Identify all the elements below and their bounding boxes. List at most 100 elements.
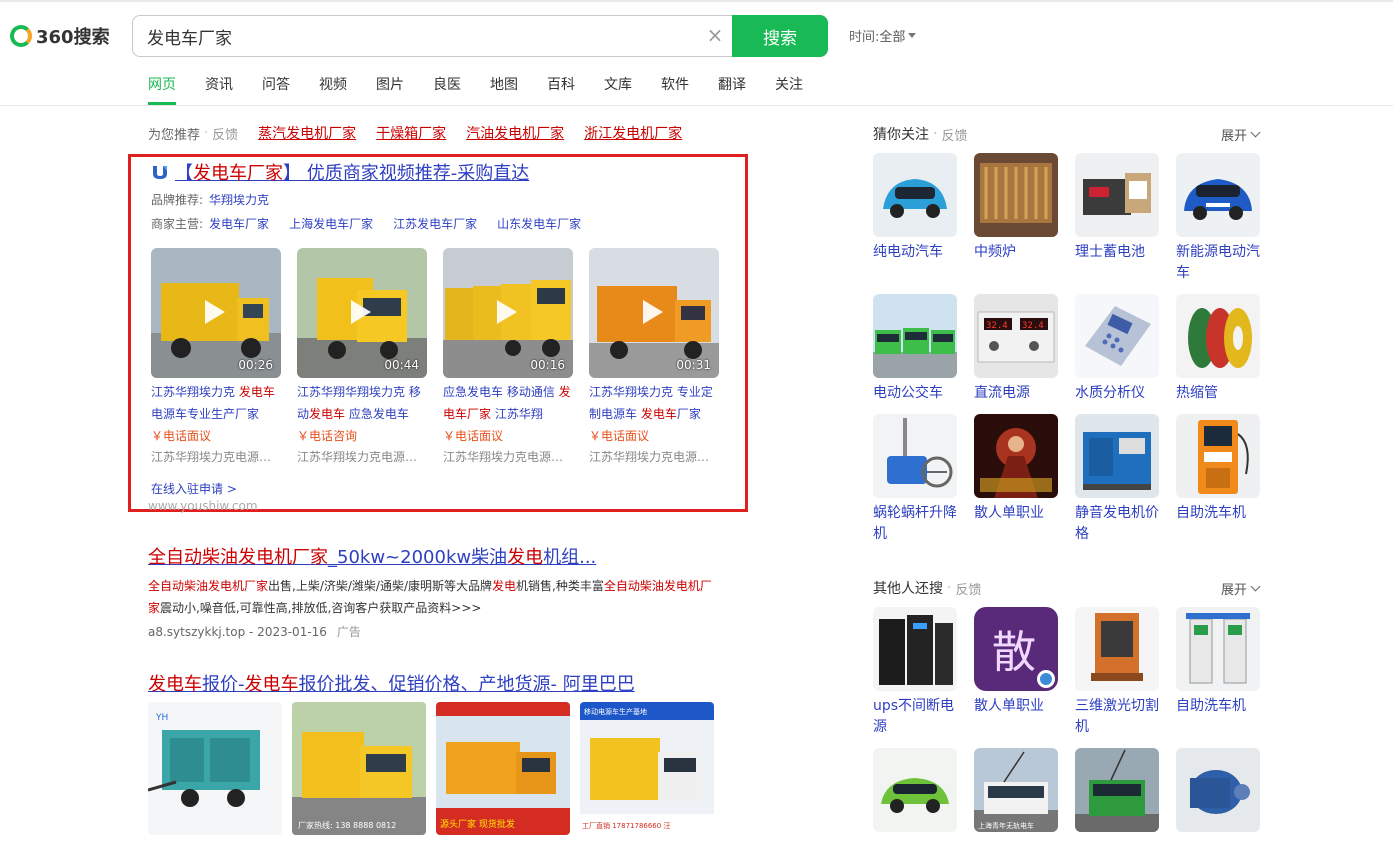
image-caption: 工厂直销 17871786660 汪	[582, 821, 670, 830]
others-item[interactable]	[873, 748, 957, 832]
tab-doctor[interactable]: 良医	[433, 75, 461, 105]
brand-link[interactable]: 华翔埃力克	[209, 191, 269, 207]
tab-video[interactable]: 视频	[319, 75, 347, 105]
others-item[interactable]: 上海青年无轨电车	[974, 748, 1058, 832]
tab-news[interactable]: 资讯	[205, 75, 233, 105]
result-image[interactable]: 源头厂家 现货批发	[436, 702, 570, 835]
others-item[interactable]	[1176, 748, 1260, 832]
vertical-tabs: 网页 资讯 问答 视频 图片 良医 地图 百科 文库 软件 翻译 关注	[148, 75, 832, 105]
others-item[interactable]: 散 散人单职业	[974, 607, 1058, 738]
expand-button[interactable]: 展开	[1221, 125, 1261, 144]
recommendations-bar: 为您推荐 · 反馈 蒸汽发电机厂家 干燥箱厂家 汽油发电机厂家 浙江发电机厂家	[148, 123, 702, 143]
video-thumbnail[interactable]: 00:16	[443, 248, 573, 378]
result-image[interactable]: 厂家热线: 138 8888 0812	[292, 702, 426, 835]
others-item[interactable]: 自助洗车机	[1176, 607, 1260, 738]
worm-gear-lift-image	[873, 414, 957, 498]
search-button[interactable]: 搜索	[732, 15, 828, 57]
green-ev-image	[873, 748, 957, 832]
others-item[interactable]	[1075, 748, 1159, 832]
ad-title-highlight: 发电车厂家	[193, 163, 283, 184]
search-input[interactable]	[147, 16, 687, 56]
main-business-label: 商家主营:	[151, 217, 204, 231]
video-description[interactable]: 江苏华翔华翔埃力克 移动发电车 应急发电车	[297, 381, 427, 425]
feedback-link[interactable]: 反馈	[955, 579, 981, 598]
guess-item[interactable]: 自助洗车机	[1176, 414, 1260, 545]
video-thumbnail[interactable]: 00:26	[151, 248, 281, 378]
guess-item[interactable]: 水质分析仪	[1075, 294, 1159, 404]
play-icon	[643, 300, 663, 324]
feedback-link[interactable]: 反馈	[941, 125, 967, 144]
rec-link[interactable]: 蒸汽发电机厂家	[258, 123, 356, 143]
tab-images[interactable]: 图片	[376, 75, 404, 105]
video-duration: 00:44	[384, 358, 419, 372]
desc-part: 应急发电车	[345, 407, 409, 421]
generator-trailer-image: YH	[148, 702, 282, 835]
desc-part: 江苏华翔埃力克	[151, 385, 239, 399]
image-caption: 源头厂家 现货批发	[440, 818, 515, 830]
main-business-link[interactable]: 上海发电车厂家	[289, 215, 373, 231]
video-description[interactable]: 江苏华翔埃力克 专业定制电源车 发电车厂家	[589, 381, 719, 425]
search-result: 发电车报价-发电车报价批发、促销价格、产地货源- 阿里巴巴 YH 厂家热线: 1…	[148, 670, 728, 835]
guess-item[interactable]: 中频炉	[974, 153, 1058, 284]
tab-map[interactable]: 地图	[490, 75, 518, 105]
main-business-link[interactable]: 发电车厂家	[209, 215, 269, 231]
brand-label: 品牌推荐:	[151, 193, 204, 207]
video-price: ￥电话面议	[443, 429, 504, 443]
car-wash-kiosk-image	[1176, 607, 1260, 691]
search-box: ×	[132, 15, 734, 57]
guess-item[interactable]: 纯电动汽车	[873, 153, 957, 284]
result-title-link[interactable]: 全自动柴油发电机厂家_50kw~2000kw柴油发电机组...	[148, 543, 718, 569]
tab-baike[interactable]: 百科	[547, 75, 575, 105]
main-business-link[interactable]: 江苏发电车厂家	[393, 215, 477, 231]
main-business-link[interactable]: 山东发电车厂家	[497, 215, 581, 231]
feedback-link[interactable]: 反馈	[212, 124, 238, 143]
title-highlight: 全自动柴油发电机厂家	[148, 547, 328, 568]
clear-icon[interactable]: ×	[705, 25, 725, 45]
time-filter-dropdown[interactable]: 时间: 全部	[849, 26, 917, 45]
others-item[interactable]: ups不间断电源	[873, 607, 957, 738]
ad-url: www.youshiw.com	[148, 499, 258, 513]
others-title: 其他人还搜	[873, 581, 943, 597]
others-item[interactable]: 三维激光切割机	[1075, 607, 1159, 738]
video-card: 00:31 江苏华翔埃力克 专业定制电源车 发电车厂家 ￥电话面议 江苏华翔埃力…	[589, 248, 719, 467]
title-highlight: 发电	[507, 547, 544, 568]
guess-item[interactable]: 32.4 32.4 直流电源	[974, 294, 1058, 404]
video-price: ￥电话咨询	[297, 429, 358, 443]
video-description[interactable]: 江苏华翔埃力克 发电车 电源车专业生产厂家	[151, 381, 281, 425]
logo-text: 360搜索	[36, 27, 110, 48]
power-truck-image: 厂家热线: 138 8888 0812	[292, 702, 426, 835]
rec-link[interactable]: 浙江发电机厂家	[584, 123, 682, 143]
tab-qa[interactable]: 问答	[262, 75, 290, 105]
guess-item[interactable]: 热缩管	[1176, 294, 1260, 404]
result-image[interactable]: YH	[148, 702, 282, 835]
tab-follow[interactable]: 关注	[775, 75, 803, 105]
tab-web[interactable]: 网页	[148, 75, 176, 105]
title-highlight: 发电车	[244, 674, 299, 695]
others-grid: ups不间断电源 散 散人单职业 三维激光切割机 自助洗车机 上海青年无轨电车	[873, 607, 1273, 832]
result-title-link[interactable]: 发电车报价-发电车报价批发、促销价格、产地货源- 阿里巴巴	[148, 670, 728, 696]
apply-online-link[interactable]: 在线入驻申请 >	[151, 480, 237, 497]
ad-title-link[interactable]: 【发电车厂家】 优质商家视频推荐-采购直达	[175, 159, 529, 185]
video-company: 江苏华翔埃力克电源科技有限公司	[589, 450, 719, 464]
induction-furnace-image	[974, 153, 1058, 237]
expand-button[interactable]: 展开	[1221, 579, 1261, 598]
rec-link[interactable]: 干燥箱厂家	[376, 123, 446, 143]
video-description[interactable]: 应急发电车 移动通信 发电车厂家 江苏华翔	[443, 381, 573, 425]
play-icon	[351, 300, 371, 324]
guess-item[interactable]: 理士蓄电池	[1075, 153, 1159, 284]
guess-item[interactable]: 新能源电动汽车	[1176, 153, 1260, 284]
tab-translate[interactable]: 翻译	[718, 75, 746, 105]
video-duration: 00:16	[530, 358, 565, 372]
guess-item[interactable]: 静音发电机价格	[1075, 414, 1159, 545]
result-image[interactable]: 移动电源车生产基地 工厂直销 17871786660 汪	[580, 702, 714, 835]
guess-item[interactable]: 蜗轮蜗杆升降机	[873, 414, 957, 545]
guess-item[interactable]: 电动公交车	[873, 294, 957, 404]
video-thumbnail[interactable]: 00:31	[589, 248, 719, 378]
rec-link[interactable]: 汽油发电机厂家	[466, 123, 564, 143]
tab-software[interactable]: 软件	[661, 75, 689, 105]
video-thumbnail[interactable]: 00:44	[297, 248, 427, 378]
tab-wenku[interactable]: 文库	[604, 75, 632, 105]
snippet-part: 震动小,噪音低,可靠性高,排放低,咨询客户获取产品资料>>>	[160, 601, 482, 615]
logo[interactable]: 360搜索	[10, 24, 110, 48]
guess-item[interactable]: 散人单职业	[974, 414, 1058, 545]
